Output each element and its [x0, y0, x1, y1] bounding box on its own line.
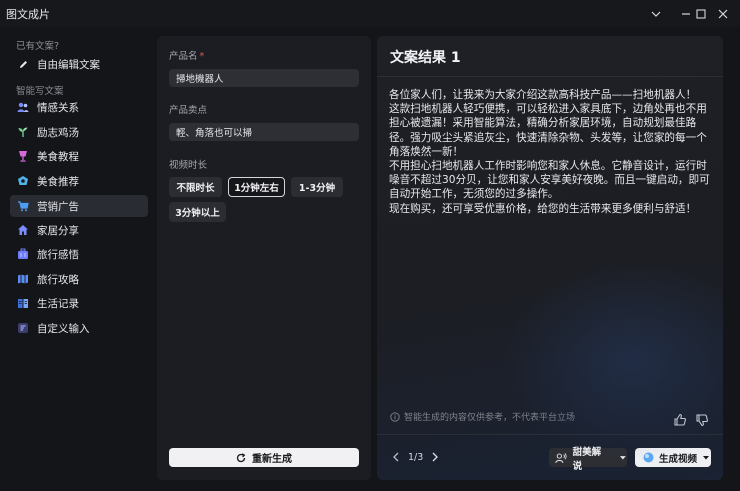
sidebar-item-travel-guide[interactable]: 旅行攻略	[10, 268, 148, 290]
map-icon	[17, 273, 29, 285]
section-existing-copy: 已有文案?	[16, 41, 60, 52]
duration-option-unlimited[interactable]: 不限时长	[169, 177, 222, 197]
regenerate-button[interactable]: 重新生成	[169, 448, 359, 467]
voice-person-icon	[555, 452, 567, 463]
sidebar-item-marketing[interactable]: 营销广告	[10, 195, 148, 217]
sidebar-item-label: 营销广告	[37, 200, 79, 213]
duration-option-1-3min[interactable]: 1-3分钟	[291, 177, 343, 197]
title-bar: 图文成片	[0, 0, 740, 27]
required-mark: *	[199, 51, 205, 62]
collapse-icon[interactable]	[641, 0, 671, 27]
form-panel: 产品名 * 掃地機器人 产品卖点 輕、角落也可以掃 视频时长 不限时长 1分钟左右…	[157, 36, 371, 480]
voice-select-button[interactable]: 甜美解说	[549, 447, 627, 472]
cart-icon	[17, 200, 29, 212]
generate-video-button[interactable]: 生成视频	[635, 448, 711, 467]
sidebar-item-label: 美食教程	[37, 150, 79, 163]
product-name-input[interactable]: 掃地機器人	[169, 69, 359, 87]
book-icon	[17, 297, 29, 309]
voice-label: 甜美解说	[572, 446, 602, 472]
close-icon[interactable]	[708, 0, 738, 27]
selling-point-input[interactable]: 輕、角落也可以掃	[169, 123, 359, 141]
thumbs-down-icon[interactable]	[695, 413, 709, 427]
sidebar-item-label: 自定义输入	[37, 322, 90, 335]
sidebar: 已有文案? 自由编辑文案 智能写文案 情感关系 励志鸡汤 美食教程 美食推荐 营…	[0, 27, 157, 491]
duration-label: 视频时长	[169, 160, 208, 171]
chevron-down-icon	[620, 455, 627, 459]
sidebar-item-label: 情感关系	[37, 101, 79, 114]
edit-box-icon	[17, 322, 29, 334]
pen-icon	[17, 58, 29, 70]
sidebar-item-free-edit[interactable]: 自由编辑文案	[10, 53, 148, 75]
result-panel: 文案结果 1 各位家人们，让我来为大家介绍这款高科技产品——扫地机器人！ 这款扫…	[377, 36, 723, 480]
cup-icon	[17, 150, 29, 162]
section-smart-copy: 智能写文案	[16, 86, 64, 97]
sidebar-item-home-share[interactable]: 家居分享	[10, 219, 148, 241]
dish-icon	[17, 175, 29, 187]
result-title: 文案结果 1	[390, 50, 461, 66]
house-icon	[17, 224, 29, 236]
footer-divider	[377, 434, 723, 435]
disclaimer: 智能生成的内容仅供参考，不代表平台立场	[390, 410, 575, 423]
sidebar-item-life-record[interactable]: 生活记录	[10, 292, 148, 314]
video-orb-icon	[643, 452, 654, 463]
duration-option-3min-plus[interactable]: 3分钟以上	[169, 202, 226, 222]
refresh-icon	[236, 452, 246, 462]
sidebar-item-custom-input[interactable]: 自定义输入	[10, 317, 148, 339]
window-title: 图文成片	[6, 8, 50, 21]
next-page-icon[interactable]	[429, 451, 441, 463]
suitcase-icon	[17, 248, 29, 260]
sidebar-item-emotion[interactable]: 情感关系	[10, 96, 148, 118]
sidebar-item-label: 旅行攻略	[37, 273, 79, 286]
sidebar-item-label: 自由编辑文案	[37, 58, 100, 71]
regenerate-label: 重新生成	[252, 454, 292, 465]
sidebar-item-label: 生活记录	[37, 297, 79, 310]
sidebar-item-food-tutorial[interactable]: 美食教程	[10, 145, 148, 167]
sidebar-item-label: 家居分享	[37, 224, 79, 237]
duration-option-1min[interactable]: 1分钟左右	[228, 177, 285, 197]
pager: 1/3	[390, 451, 441, 463]
page-indicator: 1/3	[408, 451, 424, 463]
sidebar-item-label: 美食推荐	[37, 175, 79, 188]
sidebar-item-label: 旅行感悟	[37, 248, 79, 261]
result-text[interactable]: 各位家人们，让我来为大家介绍这款高科技产品——扫地机器人！ 这款扫地机器人轻巧便…	[389, 88, 711, 216]
sidebar-item-travel-thoughts[interactable]: 旅行感悟	[10, 243, 148, 265]
info-icon	[390, 411, 400, 422]
selling-point-label: 产品卖点	[169, 105, 208, 116]
chevron-down-icon	[703, 455, 710, 459]
sidebar-item-motivation[interactable]: 励志鸡汤	[10, 121, 148, 143]
divider	[377, 76, 723, 77]
sprout-icon	[17, 126, 29, 138]
product-name-label: 产品名 *	[169, 51, 205, 62]
sidebar-item-label: 励志鸡汤	[37, 126, 79, 139]
prev-page-icon[interactable]	[390, 451, 402, 463]
thumbs-up-icon[interactable]	[673, 413, 687, 427]
sidebar-item-food-recommend[interactable]: 美食推荐	[10, 170, 148, 192]
generate-video-label: 生成视频	[659, 453, 698, 465]
disclaimer-text: 智能生成的内容仅供参考，不代表平台立场	[404, 413, 576, 423]
people-icon	[17, 101, 29, 113]
